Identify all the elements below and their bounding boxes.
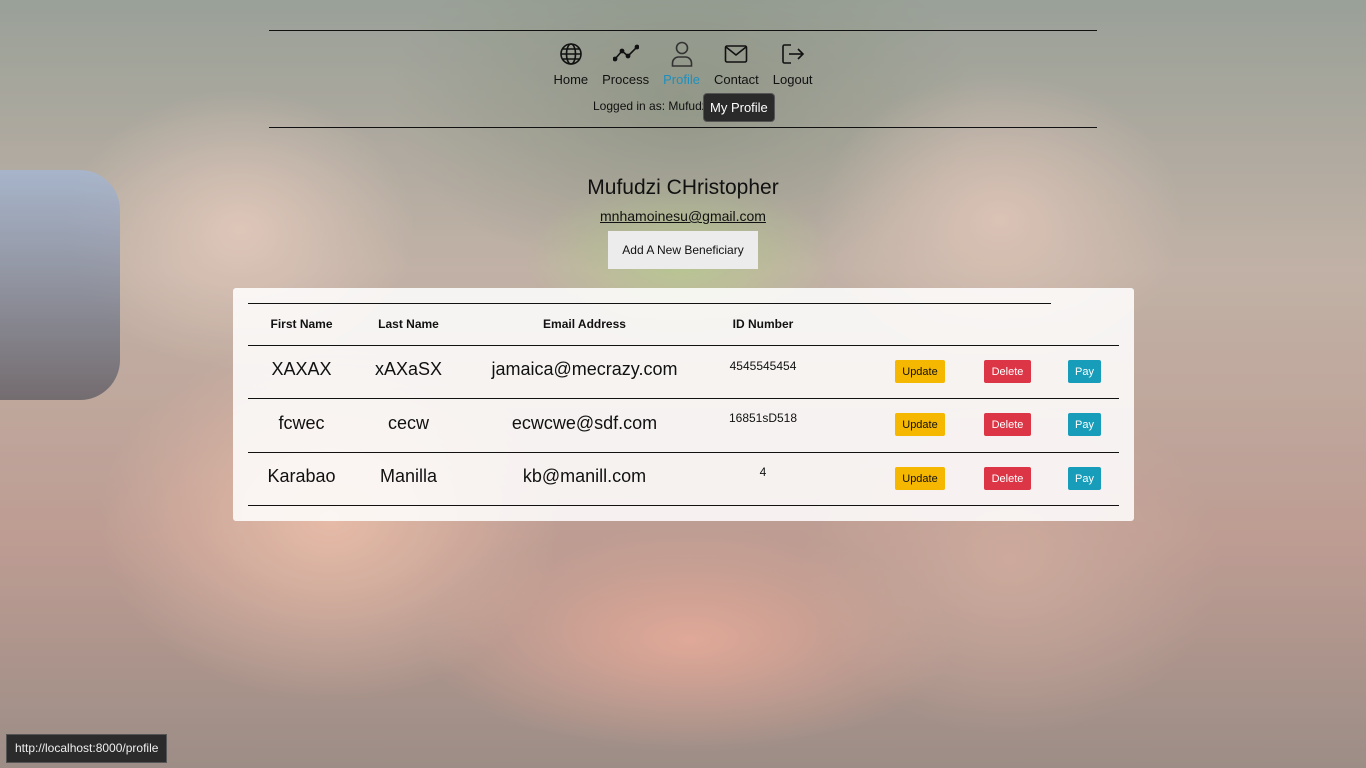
profile-email-link[interactable]: mnhamoinesu@gmail.com <box>0 208 1366 224</box>
row-divider <box>248 452 1119 453</box>
pay-button[interactable]: Pay <box>1068 360 1101 383</box>
nav-item-home[interactable]: Home <box>546 40 595 87</box>
cell-last-name: Manilla <box>379 466 438 486</box>
pay-button[interactable]: Pay <box>1068 413 1101 436</box>
row-divider <box>248 345 1119 346</box>
nav-item-label: Profile <box>663 72 700 87</box>
cell-id-number: 4 <box>759 465 767 479</box>
profile-name: Mufudzi CHristopher <box>587 176 779 199</box>
cell-first-name: Karabao <box>267 466 336 486</box>
main-nav: Home Process Profile Contact Logout <box>0 40 1366 87</box>
update-button[interactable]: Update <box>895 413 945 436</box>
nav-item-contact[interactable]: Contact <box>707 40 766 87</box>
delete-button[interactable]: Delete <box>984 360 1031 383</box>
row-divider <box>248 505 1119 506</box>
logged-in-label: Logged in as: Mufudz <box>593 99 708 113</box>
cell-id-number: 4545545454 <box>729 359 797 373</box>
nav-item-process[interactable]: Process <box>595 40 656 87</box>
cell-last-name: cecw <box>387 413 429 433</box>
nav-item-label: Logout <box>772 72 813 87</box>
column-header-last-name: Last Name <box>378 317 439 331</box>
beneficiaries-table: First Name Last Name Email Address ID Nu… <box>233 288 1134 521</box>
delete-button[interactable]: Delete <box>984 467 1031 490</box>
nav-item-label: Home <box>553 72 589 87</box>
cell-email: jamaica@mecrazy.com <box>491 359 678 379</box>
nav-item-label: Contact <box>713 72 759 87</box>
cell-email: ecwcwe@sdf.com <box>511 413 658 433</box>
nav-bottom-divider <box>269 127 1097 128</box>
row-divider <box>248 398 1119 399</box>
envelope-icon <box>723 40 749 68</box>
logout-icon <box>780 40 806 68</box>
globe-icon <box>558 40 584 68</box>
user-icon <box>669 40 695 68</box>
chart-line-icon <box>612 40 639 68</box>
cell-id-number: 16851sD518 <box>728 411 798 425</box>
column-header-id-number: ID Number <box>732 317 794 331</box>
nav-item-label: Process <box>602 72 650 87</box>
update-button[interactable]: Update <box>895 360 945 383</box>
nav-item-profile[interactable]: Profile <box>656 40 707 87</box>
profile-tooltip: My Profile <box>703 93 775 122</box>
pay-button[interactable]: Pay <box>1068 467 1101 490</box>
browser-status-bar: http://localhost:8000/profile <box>6 734 168 763</box>
delete-button[interactable]: Delete <box>984 413 1031 436</box>
update-button[interactable]: Update <box>895 467 945 490</box>
cell-first-name: fcwec <box>278 413 325 433</box>
table-header-top-rule <box>248 303 1051 304</box>
column-header-email: Email Address <box>543 317 626 331</box>
nav-top-divider <box>269 30 1097 31</box>
add-beneficiary-button[interactable]: Add A New Beneficiary <box>608 231 758 269</box>
cell-last-name: xAXaSX <box>374 359 443 379</box>
cell-email: kb@manill.com <box>522 466 647 486</box>
column-header-first-name: First Name <box>270 317 333 331</box>
nav-item-logout[interactable]: Logout <box>766 40 820 87</box>
cell-first-name: XAXAX <box>271 359 332 379</box>
